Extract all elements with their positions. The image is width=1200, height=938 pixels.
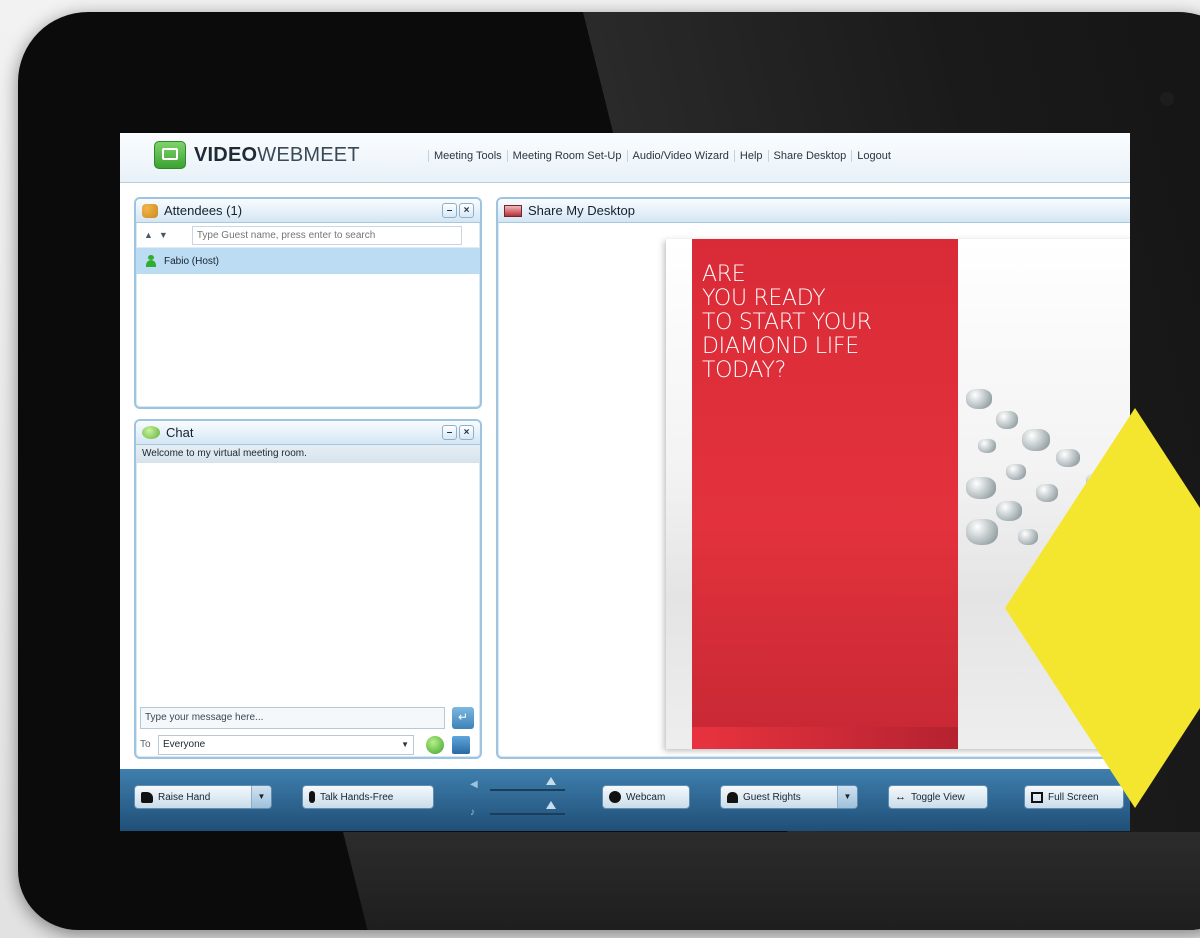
mic-volume-slider[interactable] [490, 813, 565, 815]
toggle-view-label: Toggle View [911, 791, 965, 803]
sort-up-icon[interactable]: ▲ [144, 230, 153, 240]
minimize-icon[interactable]: – [442, 203, 457, 218]
headline-line: TO START YOUR [702, 310, 872, 335]
chat-header: Chat – × [136, 421, 480, 445]
person-icon [146, 255, 156, 267]
monitor-icon [504, 204, 522, 217]
header: VIDEOWEBMEET Meeting Tools Meeting Room … [120, 133, 1130, 183]
main-nav: Meeting Tools Meeting Room Set-Up Audio/… [428, 150, 896, 162]
tablet-reflection-bottom [343, 832, 1200, 930]
nav-meeting-room-setup[interactable]: Meeting Room Set-Up [506, 150, 627, 162]
sort-down-icon[interactable]: ▼ [159, 230, 168, 240]
list-item[interactable]: Fabio (Host) [136, 248, 480, 274]
user-icon [727, 791, 738, 803]
headline-panel: ARE YOU READY TO START YOUR DIAMOND LIFE… [692, 239, 958, 749]
chat-title: Chat [166, 425, 194, 440]
mic-level-icon: ♪ [470, 807, 475, 818]
nav-share-desktop[interactable]: Share Desktop [767, 150, 852, 162]
speaker-icon: ◀ [470, 779, 478, 790]
guest-rights-button[interactable]: Guest Rights ▼ [720, 785, 858, 809]
raise-hand-dropdown[interactable]: ▼ [251, 786, 271, 808]
full-screen-button[interactable]: Full Screen [1024, 785, 1124, 809]
chat-messages [136, 463, 480, 713]
close-icon[interactable]: × [459, 203, 474, 218]
attendee-search-input[interactable] [191, 225, 462, 245]
headline-text: ARE YOU READY TO START YOUR DIAMOND LIFE… [702, 263, 872, 383]
toggle-view-button[interactable]: ↔ Toggle View [888, 785, 988, 809]
attendee-search-row: ▲ ▼ [136, 223, 480, 248]
share-header: Share My Desktop [498, 199, 1130, 223]
logo-text: VIDEOWEBMEET [194, 143, 360, 166]
raise-hand-button[interactable]: Raise Hand ▼ [134, 785, 272, 809]
double-arrow-icon: ↔ [895, 791, 906, 803]
full-screen-label: Full Screen [1048, 791, 1099, 803]
send-icon[interactable]: ↵ [452, 707, 474, 729]
raise-hand-label: Raise Hand [158, 791, 211, 803]
fullscreen-icon [1031, 791, 1043, 803]
speaker-volume-slider[interactable] [490, 789, 565, 791]
nav-meeting-tools[interactable]: Meeting Tools [428, 150, 507, 162]
bottom-toolbar: Raise Hand ▼ Talk Hands-Free ◀ ♪ Webcam … [120, 769, 1130, 831]
webcam-button[interactable]: Webcam [602, 785, 690, 809]
headline-line: TODAY? [702, 358, 786, 383]
recipient-select[interactable]: Everyone ▼ [158, 735, 414, 755]
share-desktop-panel: Share My Desktop ARE YOU READY TO START … [496, 197, 1130, 759]
people-icon [142, 203, 158, 218]
talk-hands-free-button[interactable]: Talk Hands-Free [302, 785, 434, 809]
guest-rights-label: Guest Rights [743, 791, 801, 803]
presentation-screen-icon [154, 141, 186, 169]
nav-logout[interactable]: Logout [851, 150, 896, 162]
logo[interactable]: VIDEOWEBMEET [154, 141, 360, 169]
webcam-icon [609, 791, 621, 803]
attendee-name: Fabio (Host) [164, 255, 220, 267]
chat-welcome-message: Welcome to my virtual meeting room. [136, 445, 480, 463]
speech-bubble-icon [142, 426, 160, 439]
headline-line: ARE [702, 262, 746, 287]
attendees-title: Attendees (1) [164, 203, 243, 218]
close-icon[interactable]: × [459, 425, 474, 440]
headline-line: DIAMOND LIFE [702, 334, 859, 359]
chat-panel: Chat – × Welcome to my virtual meeting r… [134, 419, 482, 759]
app-screen: VIDEOWEBMEET Meeting Tools Meeting Room … [120, 133, 1130, 831]
guest-rights-dropdown[interactable]: ▼ [837, 786, 857, 808]
nav-help[interactable]: Help [733, 150, 768, 162]
headline-footer-bar [692, 727, 958, 749]
talk-label: Talk Hands-Free [320, 791, 394, 803]
attendees-panel: Attendees (1) – × ▲ ▼ Fabio (Host) [134, 197, 482, 409]
save-icon[interactable] [452, 736, 470, 754]
to-label: To [140, 739, 151, 750]
camera-icon [1160, 92, 1174, 106]
stage: VIDEOWEBMEET Meeting Tools Meeting Room … [0, 0, 1200, 938]
chat-message-input[interactable]: Type your message here... [140, 707, 445, 729]
speaker-volume-handle[interactable] [546, 777, 556, 785]
mic-volume-handle[interactable] [546, 801, 556, 809]
headline-line: YOU READY [702, 286, 826, 311]
thumbs-up-icon [141, 791, 153, 803]
chevron-down-icon: ▼ [401, 740, 409, 749]
microphone-icon [309, 791, 315, 803]
share-title: Share My Desktop [528, 203, 635, 218]
emoticon-icon[interactable] [426, 736, 444, 754]
webcam-label: Webcam [626, 791, 666, 803]
nav-audio-video-wizard[interactable]: Audio/Video Wizard [626, 150, 734, 162]
minimize-icon[interactable]: – [442, 425, 457, 440]
attendees-header: Attendees (1) – × [136, 199, 480, 223]
recipient-value: Everyone [163, 739, 206, 750]
